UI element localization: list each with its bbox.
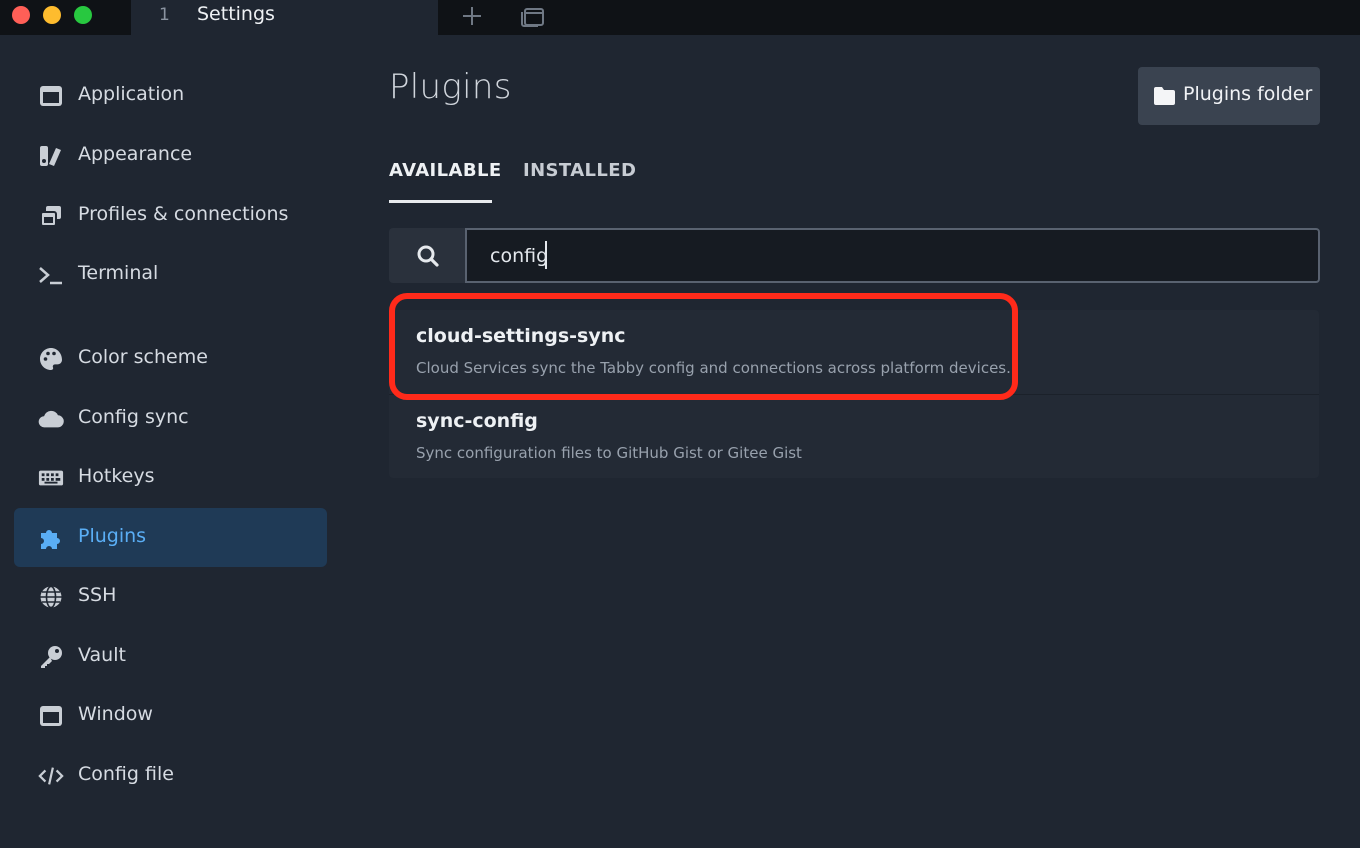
sidebar-item-label: Color scheme xyxy=(78,346,208,368)
palette-icon xyxy=(38,346,64,372)
sidebar-item-label: Vault xyxy=(78,644,126,666)
sidebar-item-config-file[interactable]: Config file xyxy=(14,746,327,805)
profiles-windows-icon xyxy=(38,203,64,229)
sidebar-item-label: Config sync xyxy=(78,406,189,428)
search-icon xyxy=(417,245,439,267)
minimize-window-button[interactable] xyxy=(43,6,61,24)
close-window-button[interactable] xyxy=(12,6,30,24)
plugin-name: sync-config xyxy=(416,410,538,432)
sidebar-item-label: SSH xyxy=(78,584,117,606)
sidebar-item-label: Window xyxy=(78,703,153,725)
sidebar-item-vault[interactable]: Vault xyxy=(14,627,327,686)
plugin-description: Sync configuration files to GitHub Gist … xyxy=(416,444,802,462)
plugins-folder-label: Plugins folder xyxy=(1183,83,1313,105)
plugins-folder-button[interactable]: Plugins folder xyxy=(1138,67,1320,125)
application-window-icon xyxy=(38,83,64,109)
search-input[interactable] xyxy=(465,228,1320,283)
terminal-prompt-icon xyxy=(38,262,64,288)
sidebar-item-profiles-connections[interactable]: Profiles & connections xyxy=(14,186,327,245)
sidebar-item-label: Hotkeys xyxy=(78,465,155,487)
sidebar-item-label: Terminal xyxy=(78,262,159,284)
window-icon xyxy=(38,703,64,729)
tab-settings[interactable]: 1 Settings xyxy=(131,0,438,35)
sidebar-item-config-sync[interactable]: Config sync xyxy=(14,389,327,448)
tab-title: Settings xyxy=(197,3,275,25)
plugin-name: cloud-settings-sync xyxy=(416,325,626,347)
tab-available[interactable]: AVAILABLE xyxy=(389,160,501,203)
list-item[interactable]: sync-config Sync configuration files to … xyxy=(389,394,1319,478)
sidebar-item-hotkeys[interactable]: Hotkeys xyxy=(14,448,327,507)
plugin-description: Cloud Services sync the Tabby config and… xyxy=(416,359,1011,377)
tab-installed[interactable]: INSTALLED xyxy=(523,160,636,203)
sidebar-item-window[interactable]: Window xyxy=(14,686,327,745)
new-tab-plus-icon[interactable] xyxy=(459,3,485,29)
sidebar-item-label: Plugins xyxy=(78,525,147,547)
sidebar-item-appearance[interactable]: Appearance xyxy=(14,126,327,185)
globe-icon xyxy=(38,584,64,610)
search-prefix xyxy=(389,228,465,283)
title-bar: 1 Settings xyxy=(0,0,1360,35)
sidebar-item-plugins[interactable]: Plugins xyxy=(14,508,327,567)
appearance-swatch-icon xyxy=(38,143,64,169)
sidebar-item-label: Application xyxy=(78,83,185,105)
sidebar-item-ssh[interactable]: SSH xyxy=(14,567,327,626)
maximize-window-button[interactable] xyxy=(74,6,92,24)
page-title: Plugins xyxy=(389,67,512,107)
folder-icon xyxy=(1154,87,1175,105)
list-item[interactable]: cloud-settings-sync Cloud Services sync … xyxy=(389,310,1319,394)
keyboard-icon xyxy=(38,465,64,491)
sidebar-item-label: Appearance xyxy=(78,143,193,165)
sidebar-item-application[interactable]: Application xyxy=(14,66,327,125)
plugin-results-list: cloud-settings-sync Cloud Services sync … xyxy=(389,310,1319,478)
key-icon xyxy=(38,644,64,670)
text-caret xyxy=(545,241,547,269)
active-tab-underline xyxy=(389,200,492,203)
sidebar-item-label: Config file xyxy=(78,763,174,785)
plugin-search xyxy=(389,228,1320,283)
settings-sidebar: Application Appearance Profiles & connec… xyxy=(0,35,340,848)
tab-index: 1 xyxy=(159,5,170,25)
cloud-icon xyxy=(38,406,64,432)
new-window-icon[interactable] xyxy=(520,3,546,29)
puzzle-piece-icon xyxy=(38,525,64,551)
code-icon xyxy=(38,763,64,789)
sidebar-item-label: Profiles & connections xyxy=(78,203,289,225)
sidebar-item-color-scheme[interactable]: Color scheme xyxy=(14,329,327,388)
sidebar-item-terminal[interactable]: Terminal xyxy=(14,245,327,304)
